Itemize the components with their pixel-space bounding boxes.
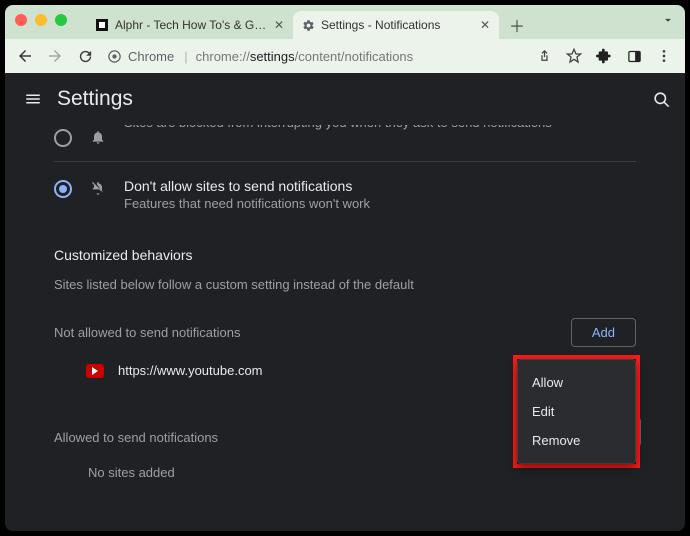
- content-area: Use quieter messaging Sites are blocked …: [5, 125, 685, 531]
- radio-text: Don't allow sites to send notifications …: [124, 178, 370, 211]
- toolbar: Chrome | chrome://settings/content/notif…: [5, 39, 685, 73]
- separator: |: [184, 49, 187, 64]
- extensions-button[interactable]: [591, 42, 617, 70]
- not-allowed-label: Not allowed to send notifications: [54, 325, 240, 340]
- chrome-label: Chrome: [128, 49, 174, 64]
- customized-subtext: Sites listed below follow a custom setti…: [54, 277, 636, 292]
- radio-text: Use quieter messaging Sites are blocked …: [124, 127, 552, 147]
- close-tab-icon[interactable]: ✕: [273, 19, 285, 31]
- menu-remove[interactable]: Remove: [518, 426, 635, 455]
- hamburger-menu-icon[interactable]: [19, 90, 47, 108]
- customized-heading: Customized behaviors: [54, 247, 636, 263]
- tab-title: Settings - Notifications: [321, 18, 473, 32]
- forward-button[interactable]: [41, 42, 69, 70]
- overflow-menu-button[interactable]: [651, 42, 677, 70]
- add-button[interactable]: Add: [571, 318, 636, 347]
- tab-alphr[interactable]: Alphr - Tech How To's & Guid ✕: [87, 11, 293, 39]
- bell-off-icon: [88, 180, 108, 211]
- back-button[interactable]: [11, 42, 39, 70]
- bell-icon: [88, 129, 108, 147]
- page-title: Settings: [57, 87, 652, 111]
- window-controls: [15, 14, 67, 26]
- radio-quieter-messaging[interactable]: Use quieter messaging Sites are blocked …: [54, 127, 636, 162]
- share-button[interactable]: [531, 42, 557, 70]
- context-menu: Allow Edit Remove: [517, 359, 636, 464]
- gear-icon: [301, 18, 315, 32]
- url-scheme: chrome://: [196, 49, 250, 64]
- address-bar[interactable]: Chrome | chrome://settings/content/notif…: [101, 43, 523, 69]
- new-tab-button[interactable]: ＋: [505, 13, 529, 37]
- tab-settings[interactable]: Settings - Notifications ✕: [293, 11, 499, 39]
- highlight-box: Allow Edit Remove: [513, 355, 640, 468]
- radio-subtitle: Sites are blocked from interrupting you …: [124, 125, 552, 130]
- menu-allow[interactable]: Allow: [518, 368, 635, 397]
- alphr-favicon-icon: [95, 18, 109, 32]
- close-tab-icon[interactable]: ✕: [479, 19, 491, 31]
- tabs: Alphr - Tech How To's & Guid ✕ Settings …: [87, 5, 535, 39]
- chrome-shield-icon: [107, 49, 122, 64]
- youtube-icon: [86, 364, 104, 378]
- radio-dont-allow[interactable]: Don't allow sites to send notifications …: [54, 162, 636, 225]
- radio-subtitle: Features that need notifications won't w…: [124, 196, 370, 211]
- sidepanel-button[interactable]: [621, 42, 647, 70]
- browser-window: Alphr - Tech How To's & Guid ✕ Settings …: [5, 5, 685, 531]
- radio-title: Don't allow sites to send notifications: [124, 178, 370, 194]
- close-window-button[interactable]: [15, 14, 27, 26]
- tab-strip: Alphr - Tech How To's & Guid ✕ Settings …: [5, 5, 685, 39]
- bookmark-button[interactable]: [561, 42, 587, 70]
- reload-button[interactable]: [71, 42, 99, 70]
- tab-list-dropdown-icon[interactable]: [661, 13, 675, 27]
- minimize-window-button[interactable]: [35, 14, 47, 26]
- settings-header: Settings: [5, 73, 685, 125]
- search-icon[interactable]: [652, 90, 671, 109]
- url-host: settings: [250, 49, 295, 64]
- url-path: /content/notifications: [295, 49, 414, 64]
- radio-unchecked-icon: [54, 129, 72, 147]
- default-behavior-radios: Use quieter messaging Sites are blocked …: [54, 125, 636, 225]
- menu-edit[interactable]: Edit: [518, 397, 635, 426]
- tab-title: Alphr - Tech How To's & Guid: [115, 18, 267, 32]
- not-allowed-header: Not allowed to send notifications Add: [54, 318, 636, 347]
- radio-checked-icon: [54, 180, 72, 198]
- toolbar-right: [531, 42, 677, 70]
- site-url: https://www.youtube.com: [118, 363, 263, 378]
- fullscreen-window-button[interactable]: [55, 14, 67, 26]
